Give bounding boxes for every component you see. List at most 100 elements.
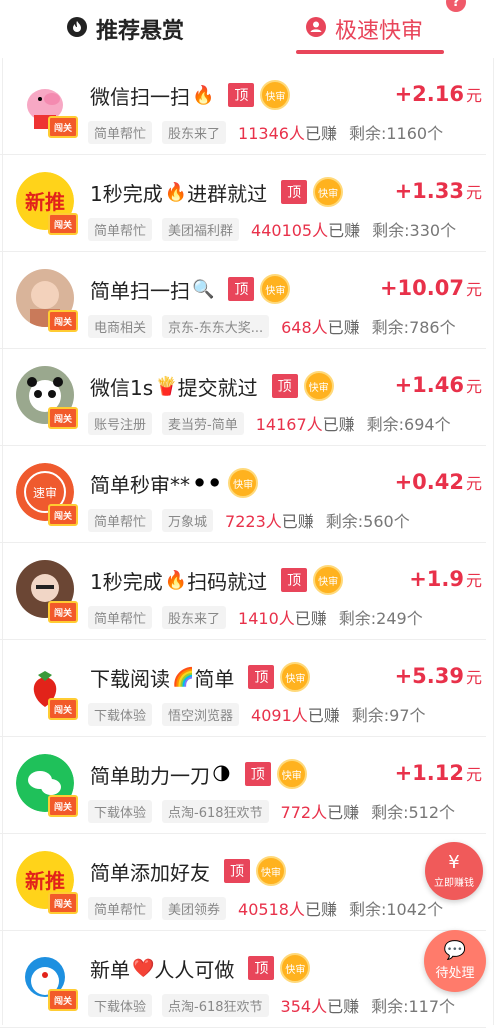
top-badge: 顶 <box>248 665 275 689</box>
earned-label: 已赚 <box>327 318 360 337</box>
earned-label: 已赚 <box>294 609 327 628</box>
task-title-suffix: 人人可做 <box>154 957 235 982</box>
fast-review-badge: 快审 <box>260 274 291 304</box>
merchant-tag: 万象城 <box>162 508 214 532</box>
yuan-icon: ¥ <box>448 851 460 873</box>
task-row[interactable]: 新推闯关简单添加好友顶快审+1元简单帮忙美团领券40518人已赚剩余:1042个 <box>0 834 486 931</box>
earned-label: 已赚 <box>322 415 355 434</box>
user-icon <box>305 16 327 42</box>
remaining-count: 剩余:249个 <box>338 609 423 628</box>
task-title-line: 1秒完成 🔥 进群就过顶快审 <box>90 177 344 207</box>
top-badge: 顶 <box>248 956 275 980</box>
pending-button[interactable]: 💬 待处理 <box>424 930 486 992</box>
category-tag: 简单帮忙 <box>88 605 153 629</box>
category-tag: 账号注册 <box>88 411 153 435</box>
remaining-count: 剩余:1160个 <box>348 124 444 143</box>
earned-count: 11346人 <box>238 124 305 143</box>
avatar-badge: 闯关 <box>48 989 78 1011</box>
category-tag: 简单帮忙 <box>88 896 153 920</box>
task-row[interactable]: 新推 闯关 1秒完成 🔥 进群就过顶快审 +1.33 元简单帮忙 美团福利群 440105人 已赚… <box>0 155 486 252</box>
emoji-icon: 🌗 <box>212 763 231 785</box>
task-title: 新单 <box>90 957 130 982</box>
emoji-icon: 🔥 <box>192 84 215 106</box>
merchant-tag: 点淘-618狂欢节 <box>162 993 269 1017</box>
task-meta: 简单帮忙 美团领券 40518人 已赚 剩余:1042个 <box>88 896 443 920</box>
earned-label: 已赚 <box>281 512 314 531</box>
emoji-icon: 🌈 <box>172 666 195 688</box>
earned-label: 已赚 <box>328 221 361 240</box>
task-row[interactable]: 闯关 微信1s 🍟 提交就过顶快审 +1.46 元账号注册 麦当劳-简单 14167人 已赚 剩余… <box>0 349 486 446</box>
task-meta: 简单帮忙 股东来了 11346人 已赚 剩余:1160个 <box>88 120 443 144</box>
avatar-badge: 闯关 <box>48 504 78 526</box>
flame-icon <box>66 16 88 42</box>
task-row[interactable]: 闯关 简单助力一刀 🌗 顶快审 +1.12 元下载体验 点淘-618狂欢节 772人 已赚 剩余:… <box>0 737 486 834</box>
top-badge: 顶 <box>244 762 271 786</box>
svg-text:速审: 速审 <box>33 485 57 500</box>
earned-count: 4091人 <box>251 706 308 725</box>
fast-review-badge: 快审 <box>280 662 311 692</box>
task-title-suffix: 简单 <box>194 666 235 691</box>
earned-label: 已赚 <box>307 706 340 725</box>
task-title: 1秒完成 <box>90 181 163 206</box>
earned-count: 1410人 <box>238 609 295 628</box>
earned-count: 14167人 <box>255 415 323 434</box>
earned-count: 772人 <box>280 803 328 822</box>
active-tab-indicator <box>296 50 444 54</box>
task-row[interactable]: 闯关 1秒完成 🔥 扫码就过顶快审 +1.9 元简单帮忙 股东来了 1410人 已赚 剩余:249… <box>0 543 486 640</box>
reward-amount: +1.33 <box>394 179 464 203</box>
svg-text:新推: 新推 <box>25 190 65 214</box>
pending-label: 待处理 <box>435 965 475 981</box>
task-title-line: 下载阅读 🌈 简单顶快审 <box>90 662 311 692</box>
remaining-count: 剩余:512个 <box>371 803 456 822</box>
task-reward: +0.42 元 <box>395 470 482 494</box>
task-title-line: 简单秒审** ⚫⚫ 快审 <box>90 468 259 498</box>
task-reward: +10.07 元 <box>380 276 482 300</box>
task-row[interactable]: 闯关 下载阅读 🌈 简单顶快审 +5.39 元下载体验 悟空浏览器 4091人 已赚 剩余:97个 <box>0 640 486 737</box>
tab-bar: 推荐悬赏 极速快审 ? <box>0 0 500 58</box>
fast-review-badge: 快审 <box>260 80 291 110</box>
avatar-badge: 闯关 <box>48 310 78 332</box>
reward-amount: +10.07 <box>379 276 464 300</box>
fast-review-badge: 快审 <box>228 468 259 498</box>
reward-amount: +0.42 <box>394 470 464 494</box>
task-title: 微信扫一扫 <box>90 84 190 109</box>
reward-amount: +1.46 <box>394 373 464 397</box>
task-meta: 下载体验 点淘-618狂欢节 354人 已赚 剩余:117个 <box>88 993 455 1017</box>
reward-amount: +1.12 <box>394 761 464 785</box>
fast-review-badge: 快审 <box>276 759 307 789</box>
fast-review-badge: 快审 <box>280 953 311 983</box>
category-tag: 下载体验 <box>88 799 153 823</box>
avatar-badge: 闯关 <box>48 601 78 623</box>
reward-unit: 元 <box>465 571 482 590</box>
help-icon[interactable]: ? <box>446 0 466 12</box>
category-tag: 下载体验 <box>88 993 153 1017</box>
task-row[interactable]: 闯关 微信扫一扫 🔥 顶快审 +2.16 元简单帮忙 股东来了 11346人 已赚 剩余:1160… <box>0 58 486 155</box>
earn-now-button[interactable]: ¥ 立即赚钱 <box>425 842 483 900</box>
reward-unit: 元 <box>465 765 482 784</box>
task-title: 1秒完成 <box>90 569 163 594</box>
avatar-badge: 闯关 <box>48 795 78 817</box>
task-title-line: 简单扫一扫 🔍 顶快审 <box>90 274 291 304</box>
task-title: 简单秒审** <box>90 472 190 497</box>
task-row[interactable]: 速审 闯关 简单秒审** ⚫⚫ 快审 +0.42 元简单帮忙 万象城 7223人 已赚 剩余:560… <box>0 446 486 543</box>
task-title: 下载阅读 <box>90 666 170 691</box>
avatar-badge: 闯关 <box>48 116 78 138</box>
task-meta: 账号注册 麦当劳-简单 14167人 已赚 剩余:694个 <box>88 411 451 435</box>
fast-review-badge: 快审 <box>303 371 334 401</box>
reward-unit: 元 <box>465 668 482 687</box>
task-title-line: 1秒完成 🔥 扫码就过顶快审 <box>90 565 344 595</box>
earned-count: 7223人 <box>225 512 282 531</box>
svg-text:新推: 新推 <box>25 869 65 893</box>
remaining-count: 剩余:786个 <box>371 318 456 337</box>
fast-review-badge: 快审 <box>313 177 344 207</box>
tab-recommended-bounty[interactable]: 推荐悬赏 <box>66 0 184 58</box>
remaining-count: 剩余:694个 <box>366 415 451 434</box>
task-title: 微信1s <box>90 375 154 400</box>
category-tag: 电商相关 <box>88 314 153 338</box>
task-title-line: 微信扫一扫 🔥 顶快审 <box>90 80 291 110</box>
task-row[interactable]: 闯关新单❤️人人可做顶快审+1元下载体验点淘-618狂欢节354人已赚剩余:11… <box>0 931 486 1028</box>
category-tag: 简单帮忙 <box>88 217 153 241</box>
task-row[interactable]: 闯关 简单扫一扫 🔍 顶快审 +10.07 元电商相关 京东-东东大奖... 648人 已赚 剩余… <box>0 252 486 349</box>
avatar-badge: 闯关 <box>48 892 78 914</box>
task-title-line: 新单 ❤️ 人人可做顶快审 <box>90 953 311 983</box>
